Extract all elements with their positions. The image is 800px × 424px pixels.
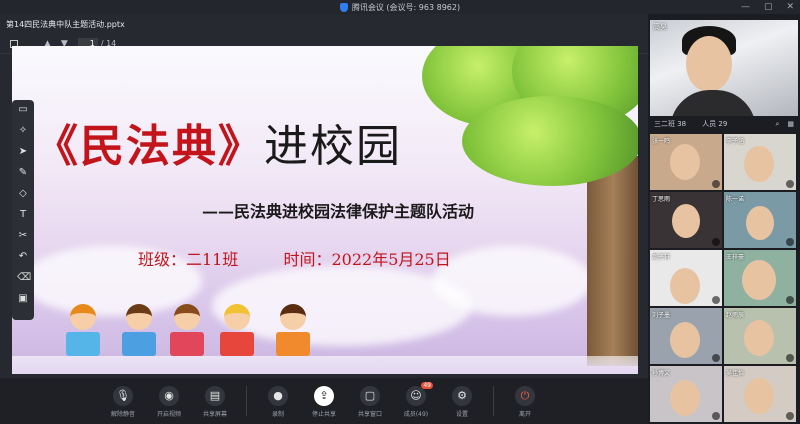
window-icon: ▢ (360, 386, 380, 406)
select-arrow-icon[interactable]: ➤ (17, 146, 29, 158)
shapes-icon[interactable]: ◇ (17, 188, 29, 200)
slide-title-red: 《民法典》 (34, 121, 264, 172)
slide-title: 《民法典》进校园 (34, 110, 402, 174)
tree-trunk (587, 156, 638, 366)
toolbar-divider (246, 386, 247, 416)
file-name: 第14四民法典中队主题活动.pptx (6, 19, 125, 29)
minimize-icon[interactable]: — (741, 2, 750, 12)
mic-muted-icon (712, 180, 720, 188)
meeting-shield-icon (339, 2, 348, 12)
settings-button[interactable]: ⚙ 设置 (443, 386, 481, 418)
file-bar: 第14四民法典中队主题活动.pptx (0, 14, 648, 34)
video-button[interactable]: ◉ 开启视频 (150, 386, 188, 418)
layout-icon[interactable]: ▦ (787, 120, 794, 129)
search-icon[interactable]: ⌕ (775, 120, 779, 129)
mic-icon: 🎙 (113, 386, 133, 406)
child-reading-illustration (218, 304, 256, 364)
child-reading-illustration (274, 304, 312, 364)
slide-subtitle: ——民法典进校园法律保护主题队活动 (202, 202, 475, 221)
save-icon[interactable]: ▣ (17, 293, 29, 305)
mic-muted-icon (786, 180, 794, 188)
undo-icon[interactable]: ↶ (17, 251, 29, 263)
members-badge: 49 (421, 382, 433, 389)
shared-content-area: 第14四民法典中队主题活动.pptx ▲ ▼ 1 / 14 《民法典》进校园 —… (0, 14, 648, 378)
mic-muted-icon (786, 354, 794, 362)
mic-muted-icon (786, 296, 794, 304)
mic-muted-icon (712, 296, 720, 304)
mute-button[interactable]: 🎙 解除静音 (104, 386, 142, 418)
class-label: 班级：二11班 (138, 250, 239, 269)
mic-muted-icon (786, 412, 794, 420)
participant-tile[interactable]: 孙博文 (650, 366, 722, 422)
child-reading-illustration (64, 304, 102, 364)
participant-tile[interactable]: 周子轩 (650, 250, 722, 306)
participant-tile[interactable]: 赵雨辰 (724, 308, 796, 364)
text-icon[interactable]: T (17, 209, 29, 221)
record-button[interactable]: ● 录制 (259, 386, 297, 418)
time-label: 时间：2022年5月25日 (283, 250, 451, 269)
camera-icon: ◉ (159, 386, 179, 406)
slide-ground (12, 356, 638, 374)
eraser-icon[interactable]: ⌫ (17, 272, 31, 284)
slide-info: 班级：二11班 时间：2022年5月25日 (138, 246, 491, 270)
mic-muted-icon (712, 354, 720, 362)
share-icon: ⇪ (314, 386, 334, 406)
annotation-toolbar: ▭ ✧ ➤ ✎ ◇ T ✂ ↶ ⌫ ▣ (12, 100, 34, 320)
slide-title-black: 进校园 (264, 121, 402, 172)
share-window-button[interactable]: ▢ 共享窗口 (351, 386, 389, 418)
screen-icon: ▤ (205, 386, 225, 406)
participants-header: 三二班 38 人员 29 ⌕ ▦ (654, 119, 794, 129)
gear-icon: ⚙ (452, 386, 472, 406)
scissors-icon[interactable]: ✂ (17, 230, 29, 242)
participant-tile[interactable]: 王梓豪 (724, 250, 796, 306)
mic-muted-icon (712, 238, 720, 246)
members-button[interactable]: ☺ 49 成员(49) (397, 382, 435, 418)
speaker-face (686, 36, 732, 92)
leave-button[interactable]: ⏻ 离开 (506, 386, 544, 418)
meeting-toolbar: 🎙 解除静音 ◉ 开启视频 ▤ 共享屏幕 ● 录制 ⇪ 停止共享 ▢ 共享窗口 ☺ 49 成员(… (0, 378, 648, 424)
laser-pointer-icon[interactable]: ✧ (17, 125, 29, 137)
stop-share-button[interactable]: ⇪ 停止共享 (305, 386, 343, 418)
screenshot-icon[interactable]: ▭ (17, 104, 29, 116)
participants-panel: 高昊 三二班 38 人员 29 ⌕ ▦ 张一鸣 李子涵 丁思雨 陈一诺 周子轩 … (648, 14, 800, 424)
participant-tile[interactable]: 吴佳怡 (724, 366, 796, 422)
mic-muted-icon (786, 238, 794, 246)
participant-tile[interactable]: 刘子墨 (650, 308, 722, 364)
maximize-icon[interactable]: ▢ (764, 2, 773, 12)
slide-canvas: 《民法典》进校园 ——民法典进校园法律保护主题队活动 班级：二11班 时间：20… (12, 46, 638, 374)
window-title: 腾讯会议 (会议号: 963 8962) (351, 2, 461, 12)
window-titlebar: 腾讯会议 (会议号: 963 8962) — ▢ ✕ (0, 0, 800, 14)
participant-tile[interactable]: 张一鸣 (650, 134, 722, 190)
share-screen-button[interactable]: ▤ 共享屏幕 (196, 386, 234, 418)
child-reading-illustration (168, 304, 206, 364)
main-speaker-video[interactable]: 高昊 (650, 20, 798, 116)
hangup-icon: ⏻ (515, 386, 535, 406)
child-reading-illustration (120, 304, 158, 364)
record-icon: ● (268, 386, 288, 406)
close-icon[interactable]: ✕ (786, 2, 794, 12)
main-speaker-name: 高昊 (653, 23, 667, 31)
tree-canopy (462, 96, 638, 186)
participant-tile[interactable]: 陈一诺 (724, 192, 796, 248)
participant-tile[interactable]: 李子涵 (724, 134, 796, 190)
participant-tile[interactable]: 丁思雨 (650, 192, 722, 248)
mic-muted-icon (712, 412, 720, 420)
pen-icon[interactable]: ✎ (17, 167, 29, 179)
toolbar-divider (493, 386, 494, 416)
members-icon: ☺ (406, 386, 426, 406)
